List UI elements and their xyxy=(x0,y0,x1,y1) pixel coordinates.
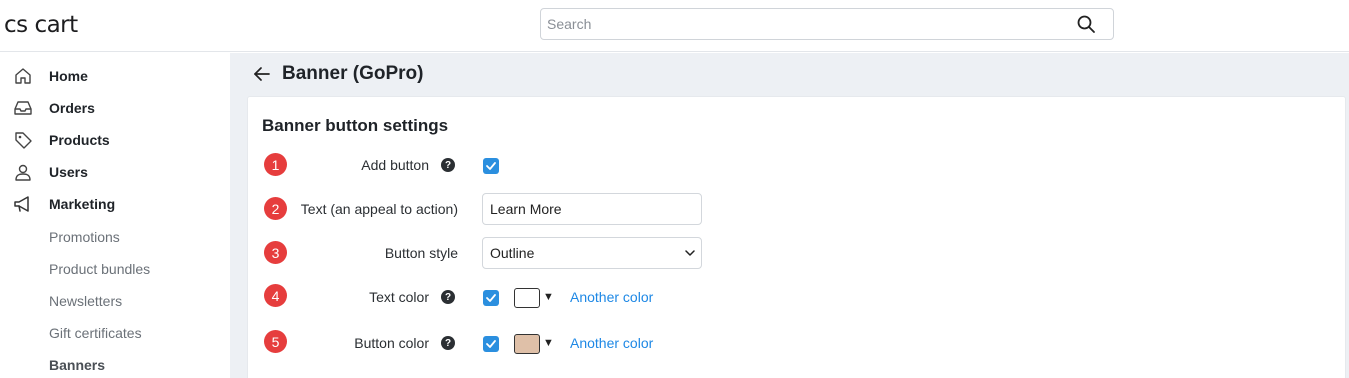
button-style-label: Button style xyxy=(384,245,458,261)
megaphone-icon xyxy=(14,196,29,212)
search-box[interactable] xyxy=(540,8,1114,40)
sidebar-item-label: Orders xyxy=(49,100,95,116)
home-icon xyxy=(15,68,31,84)
help-icon[interactable]: ? xyxy=(441,290,455,304)
top-bar: cs cart xyxy=(0,0,1349,52)
sidebar-item-label: Marketing xyxy=(49,196,116,212)
swatch-dropdown-arrow[interactable]: ▼ xyxy=(543,291,554,303)
inbox-icon xyxy=(14,101,32,115)
swatch-dropdown-arrow[interactable]: ▼ xyxy=(543,337,554,349)
button-color-checkbox[interactable] xyxy=(483,336,499,352)
text-input[interactable] xyxy=(490,201,690,217)
text-color-swatch[interactable] xyxy=(514,288,540,308)
sidebar-item-label: Products xyxy=(49,132,110,148)
button-style-select[interactable]: Outline xyxy=(482,237,702,269)
form-row-button-style: 3 Button style Outline xyxy=(248,237,1347,269)
step-badge: 5 xyxy=(264,330,287,353)
step-badge: 1 xyxy=(264,153,287,176)
sidebar-item-users[interactable]: Users xyxy=(0,156,230,188)
main-content: Banner (GoPro) Banner button settings 1 … xyxy=(230,53,1349,378)
tag-icon xyxy=(15,132,32,149)
text-field-box[interactable] xyxy=(482,193,702,225)
button-color-swatch[interactable] xyxy=(514,334,540,354)
sidebar-subitem-promotions[interactable]: Promotions xyxy=(49,229,120,245)
form-row-text-color: 4 Text color ? ▼ Another color xyxy=(248,281,1347,313)
sidebar-item-products[interactable]: Products xyxy=(0,124,230,156)
add-button-checkbox[interactable] xyxy=(483,158,499,174)
another-color-link[interactable]: Another color xyxy=(570,289,653,305)
checkmark-icon xyxy=(486,294,496,302)
sidebar-subitem-gift-certificates[interactable]: Gift certificates xyxy=(49,325,142,341)
sidebar-item-label: Users xyxy=(49,164,88,180)
sidebar-subitem-newsletters[interactable]: Newsletters xyxy=(49,293,122,309)
add-button-label: Add button xyxy=(361,157,429,173)
form-row-add-button: 1 Add button ? xyxy=(248,149,1347,181)
sidebar-subitem-banners[interactable]: Banners xyxy=(49,357,105,373)
text-color-label: Text color xyxy=(369,289,429,305)
section-title: Banner button settings xyxy=(262,116,449,135)
settings-card: Banner button settings 1 Add button ? 2 … xyxy=(247,96,1346,378)
sidebar-item-home[interactable]: Home xyxy=(0,60,230,92)
button-style-value: Outline xyxy=(490,245,535,261)
another-color-link[interactable]: Another color xyxy=(570,335,653,351)
button-color-label: Button color xyxy=(354,335,429,351)
form-row-button-color: 5 Button color ? ▼ Another color xyxy=(248,327,1347,359)
sidebar-item-label: Home xyxy=(49,68,88,84)
text-label: Text (an appeal to action) xyxy=(300,201,458,217)
step-badge: 4 xyxy=(264,284,287,307)
page-title: Banner (GoPro) xyxy=(282,63,424,84)
sidebar: Home Orders Products Users Marketing Pro… xyxy=(0,53,230,378)
checkmark-icon xyxy=(486,162,496,170)
sidebar-item-orders[interactable]: Orders xyxy=(0,92,230,124)
search-input[interactable] xyxy=(547,16,1067,32)
user-icon xyxy=(15,164,31,181)
help-icon[interactable]: ? xyxy=(441,158,455,172)
step-badge: 3 xyxy=(264,241,287,264)
sidebar-subitem-product-bundles[interactable]: Product bundles xyxy=(49,261,150,277)
search-icon[interactable] xyxy=(1076,14,1096,34)
sidebar-item-marketing[interactable]: Marketing xyxy=(0,188,230,220)
form-row-text: 2 Text (an appeal to action) xyxy=(248,193,1347,225)
chevron-down-icon xyxy=(685,250,695,256)
text-color-checkbox[interactable] xyxy=(483,290,499,306)
step-badge: 2 xyxy=(264,197,287,220)
checkmark-icon xyxy=(486,340,496,348)
help-icon[interactable]: ? xyxy=(441,336,455,350)
back-arrow-icon[interactable] xyxy=(252,64,272,84)
logo[interactable]: cs cart xyxy=(4,12,78,38)
